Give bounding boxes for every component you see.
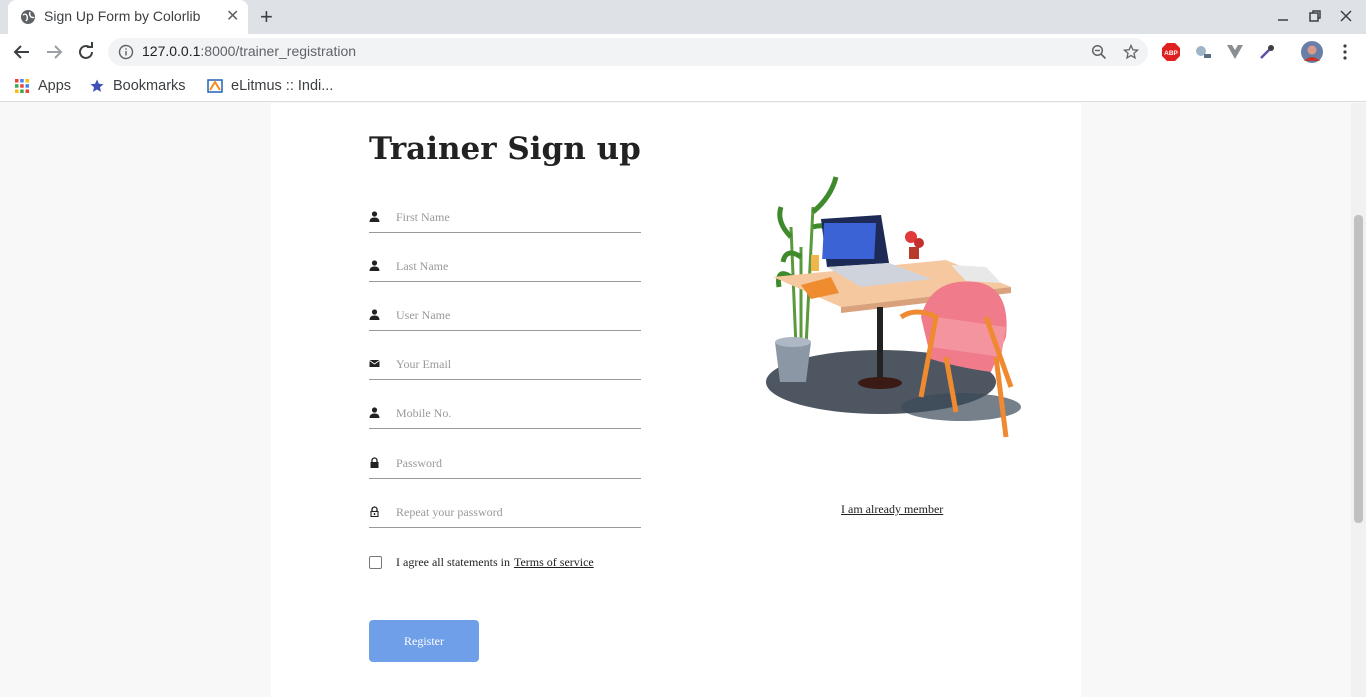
scrollbar-track[interactable] — [1351, 103, 1366, 697]
repeat-password-field[interactable] — [369, 498, 641, 528]
back-arrow-icon[interactable] — [10, 40, 34, 64]
address-bar[interactable]: 127.0.0.1:8000/trainer_registration — [108, 38, 1148, 66]
browser-tab-bar: Sign Up Form by Colorlib ✕ + — [0, 0, 1366, 34]
bookmark-apps[interactable]: Apps — [14, 76, 71, 96]
menu-kebab-icon[interactable] — [1335, 42, 1355, 62]
terms-of-service-link[interactable]: Terms of service — [514, 555, 594, 570]
info-icon[interactable] — [118, 44, 134, 60]
bookmark-elitmus[interactable]: eLitmus :: Indi... — [207, 76, 333, 96]
signup-card: Trainer Sign up First Name Last Name Use… — [271, 103, 1081, 697]
email-input[interactable] — [396, 354, 636, 374]
user-name-field[interactable] — [369, 301, 641, 331]
person-icon — [369, 309, 380, 320]
apps-grid-icon — [15, 79, 29, 93]
first-name-input[interactable] — [396, 207, 636, 227]
email-field[interactable] — [369, 350, 641, 380]
page-title: Trainer Sign up — [369, 131, 641, 167]
bookmark-bookmarks[interactable]: Bookmarks — [89, 76, 186, 96]
last-name-field[interactable] — [369, 252, 641, 282]
zoom-icon[interactable] — [1091, 44, 1107, 60]
desk-illustration — [766, 176, 1021, 438]
register-button[interactable]: Register — [369, 620, 479, 662]
restore-icon[interactable] — [1307, 8, 1323, 24]
url-text[interactable]: 127.0.0.1:8000/trainer_registration — [142, 43, 356, 59]
tab-close-icon[interactable]: ✕ — [226, 6, 239, 26]
mobile-field[interactable] — [369, 399, 641, 429]
person-icon — [369, 407, 380, 418]
repeat-password-input[interactable] — [396, 502, 636, 522]
elitmus-logo-icon — [207, 79, 223, 93]
eyedropper-icon[interactable] — [1257, 42, 1277, 62]
last-name-input[interactable] — [396, 256, 636, 276]
already-member-link[interactable]: I am already member — [841, 502, 943, 517]
star-filled-icon — [90, 79, 104, 92]
bookmarks-bar: Apps Bookmarks eLitmus :: Indi... — [0, 70, 1366, 102]
svg-text:ABP: ABP — [1164, 50, 1178, 57]
avatar[interactable] — [1301, 41, 1323, 63]
person-icon — [369, 260, 380, 271]
scrollbar-thumb[interactable] — [1354, 215, 1363, 523]
close-window-icon[interactable] — [1338, 8, 1354, 24]
browser-tab[interactable]: Sign Up Form by Colorlib ✕ — [8, 0, 248, 34]
agree-checkbox[interactable] — [369, 556, 382, 569]
satellite-icon[interactable] — [1193, 42, 1213, 62]
email-icon — [369, 360, 380, 367]
page-viewport: Trainer Sign up First Name Last Name Use… — [0, 103, 1366, 697]
browser-toolbar: 127.0.0.1:8000/trainer_registration ABP — [0, 34, 1366, 70]
first-name-field[interactable] — [369, 203, 641, 233]
lock-open-icon — [370, 506, 379, 517]
password-field[interactable] — [369, 449, 641, 479]
adblock-icon[interactable]: ABP — [1161, 42, 1181, 62]
terms-agreement: I agree all statements in Terms of servi… — [369, 555, 594, 570]
vue-devtools-icon[interactable] — [1225, 42, 1245, 62]
user-name-input[interactable] — [396, 305, 636, 325]
person-icon — [369, 211, 380, 222]
bookmark-label: Apps — [38, 78, 72, 94]
forward-arrow-icon[interactable] — [42, 40, 66, 64]
star-icon[interactable] — [1123, 44, 1139, 60]
agree-text: I agree all statements in — [396, 555, 510, 569]
bookmark-label: eLitmus :: Indi... — [231, 78, 334, 94]
reload-icon[interactable] — [74, 40, 98, 64]
tab-title: Sign Up Form by Colorlib — [44, 8, 201, 24]
new-tab-button[interactable]: + — [260, 4, 273, 30]
password-input[interactable] — [396, 453, 636, 473]
bookmark-label: Bookmarks — [113, 78, 186, 94]
lock-icon — [370, 457, 379, 468]
globe-icon — [21, 10, 35, 24]
mobile-input[interactable] — [396, 403, 636, 423]
minimize-icon[interactable] — [1275, 8, 1291, 24]
